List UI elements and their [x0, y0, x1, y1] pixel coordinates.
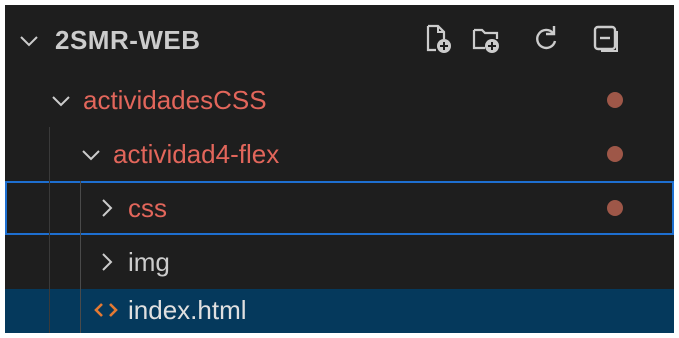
new-file-icon[interactable] — [423, 23, 453, 55]
indent-guide — [49, 127, 50, 333]
modified-indicator — [607, 200, 623, 216]
tree-item-index-html[interactable]: index.html — [5, 289, 674, 333]
refresh-icon[interactable] — [531, 23, 561, 55]
tree-item-label: actividadesCSS — [83, 85, 267, 115]
tree-item-actividadesCSS[interactable]: actividadesCSS — [5, 73, 674, 127]
chevron-down-icon[interactable] — [17, 29, 41, 53]
html-file-icon — [94, 303, 118, 317]
tree-item-label: index.html — [128, 295, 247, 325]
tree-item-label: img — [128, 247, 170, 277]
modified-indicator — [607, 146, 623, 162]
new-folder-icon[interactable] — [471, 23, 501, 55]
explorer-panel: 2SMR-WEB actividadesCSS actividad4-flex … — [5, 5, 674, 333]
tree-item-img[interactable]: img — [5, 235, 674, 289]
chevron-right-icon — [102, 199, 113, 217]
chevron-down-icon — [52, 96, 70, 107]
chevron-right-icon — [102, 253, 113, 271]
modified-indicator — [607, 92, 623, 108]
tree-item-css[interactable]: css — [5, 181, 674, 235]
tree-item-actividad4-flex[interactable]: actividad4-flex — [5, 127, 674, 181]
explorer-header[interactable]: 2SMR-WEB — [5, 5, 674, 73]
workspace-title: 2SMR-WEB — [55, 25, 201, 55]
tree-item-label: actividad4-flex — [113, 139, 280, 169]
indent-guide — [80, 181, 81, 333]
chevron-down-icon — [82, 150, 100, 161]
collapse-all-icon[interactable] — [591, 23, 621, 55]
tree-item-label: css — [128, 193, 167, 223]
